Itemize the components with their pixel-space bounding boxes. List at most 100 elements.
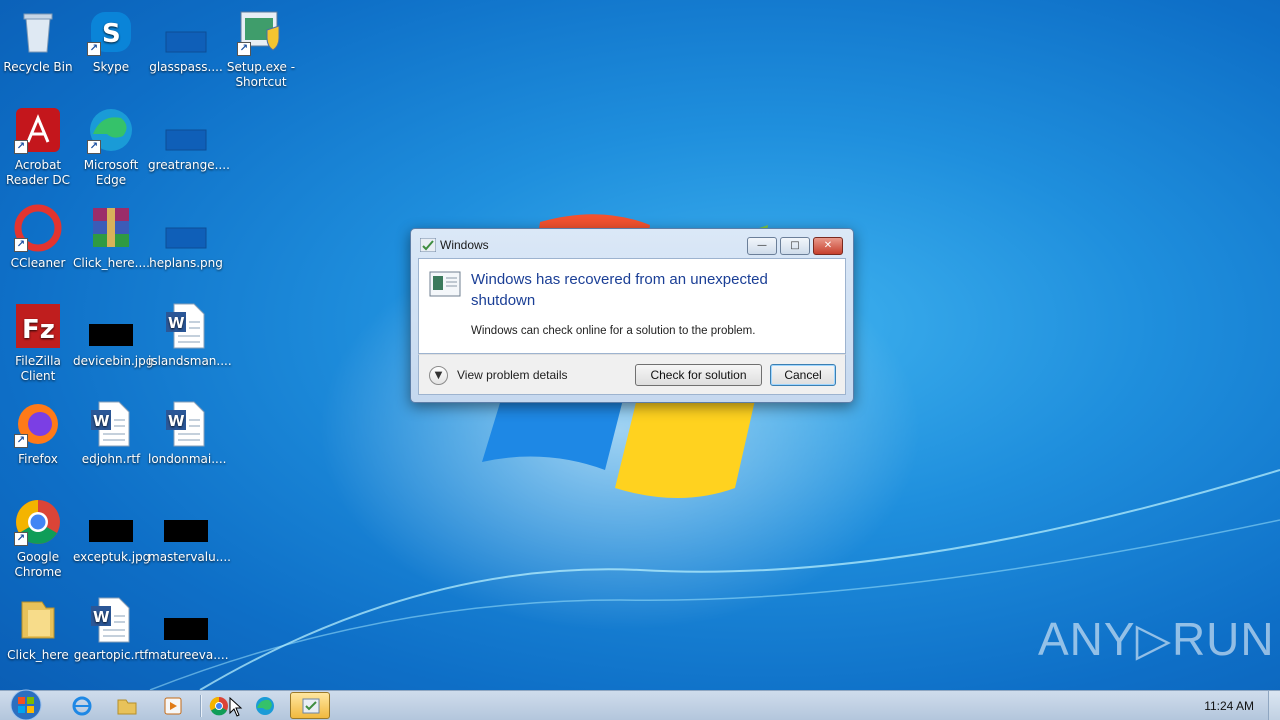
- winrar-icon: [87, 204, 135, 252]
- blank-file-icon: [162, 106, 210, 154]
- windows-start-icon: [10, 689, 42, 720]
- desktop-icon-chrome[interactable]: ↗ Google Chrome: [0, 498, 76, 580]
- svg-text:Fz: Fz: [22, 315, 55, 345]
- desktop-icon-click-here-folder[interactable]: Click_here: [0, 596, 76, 663]
- black-image-icon: [162, 498, 210, 546]
- black-image-icon: [87, 498, 135, 546]
- word-doc-icon: W: [87, 596, 135, 644]
- word-doc-icon: W: [162, 302, 210, 350]
- taskbar-problem-reporting[interactable]: [290, 692, 330, 719]
- desktop-icon-recycle-bin[interactable]: Recycle Bin: [0, 8, 76, 75]
- desktop-icon-label: FileZilla Client: [15, 354, 61, 383]
- shortcut-arrow-icon: ↗: [87, 42, 101, 56]
- blank-file-icon: [162, 204, 210, 252]
- taskbar-edge[interactable]: [245, 692, 285, 719]
- dialog-title: Windows: [440, 238, 489, 252]
- setup-shortcut-icon: ↗: [237, 8, 285, 56]
- ccleaner-icon: ↗: [14, 204, 62, 252]
- taskbar-clock[interactable]: 11:24 AM: [1204, 699, 1254, 713]
- shortcut-arrow-icon: ↗: [237, 42, 251, 56]
- desktop-icon-label: greatrange....: [148, 158, 230, 172]
- recovery-dialog: Windows — □ ✕ Windows has recovered from…: [410, 228, 854, 403]
- desktop-icon-mastervalu[interactable]: mastervalu....: [148, 498, 231, 565]
- anyrun-watermark: ANY▷RUN: [1038, 613, 1275, 665]
- desktop-icon-label: exceptuk.jpg: [73, 550, 151, 564]
- desktop-icon-islandsman[interactable]: W islandsman....: [148, 302, 232, 369]
- desktop-icon-label: Skype: [92, 60, 130, 74]
- desktop-icon-winrar[interactable]: Click_here....: [73, 204, 150, 271]
- maximize-button[interactable]: □: [780, 237, 810, 255]
- minimize-button[interactable]: —: [747, 237, 777, 255]
- cancel-button[interactable]: Cancel: [770, 364, 836, 386]
- desktop-icon-label: Acrobat Reader DC: [6, 158, 70, 187]
- desktop-icon-label: Click_here: [7, 648, 69, 662]
- dialog-headline: Windows has recovered from an unexpected…: [471, 271, 768, 309]
- dialog-content: Windows has recovered from an unexpected…: [418, 258, 846, 354]
- firefox-icon: ↗: [14, 400, 62, 448]
- desktop-icon-label: londonmai....: [148, 452, 227, 466]
- internet-explorer-icon: [72, 696, 92, 716]
- shortcut-arrow-icon: ↗: [87, 140, 101, 154]
- dialog-titlebar[interactable]: Windows — □ ✕: [411, 229, 853, 259]
- desktop-icon-edjohn[interactable]: W edjohn.rtf: [73, 400, 149, 467]
- edge-icon: [256, 697, 274, 715]
- desktop-icon-label: mastervalu....: [148, 550, 231, 564]
- taskbar: 11:24 AM: [0, 688, 1280, 720]
- start-button[interactable]: [4, 688, 48, 720]
- desktop-icon-greatrange[interactable]: greatrange....: [148, 106, 230, 173]
- svg-text:W: W: [168, 412, 185, 430]
- dialog-subtext: Windows can check online for a solution …: [471, 325, 756, 337]
- desktop-icon-geartopic[interactable]: W geartopic.rtf: [73, 596, 149, 663]
- word-doc-icon: W: [162, 400, 210, 448]
- desktop-icon-firefox[interactable]: ↗ Firefox: [0, 400, 76, 467]
- shortcut-arrow-icon: ↗: [14, 532, 28, 546]
- black-image-icon: [87, 302, 135, 350]
- folder-icon: [14, 596, 62, 644]
- word-doc-icon: W: [87, 400, 135, 448]
- chrome-icon: ↗: [14, 498, 62, 546]
- desktop-icon-exceptuk[interactable]: exceptuk.jpg: [73, 498, 151, 565]
- blank-file-icon: [162, 8, 210, 56]
- close-button[interactable]: ✕: [813, 237, 843, 255]
- problem-reporting-icon: [420, 238, 436, 252]
- desktop-icon-label: geartopic.rtf: [73, 648, 149, 662]
- desktop-icon-skype[interactable]: S ↗ Skype: [73, 8, 149, 75]
- desktop-icon-label: Click_here....: [73, 256, 150, 270]
- desktop-icon-label: islandsman....: [148, 354, 232, 368]
- shortcut-arrow-icon: ↗: [14, 140, 28, 154]
- desktop-icon-label: heplans.png: [149, 256, 223, 270]
- acrobat-icon: ↗: [14, 106, 62, 154]
- taskbar-media-player[interactable]: [153, 692, 193, 719]
- shortcut-arrow-icon: ↗: [14, 238, 28, 252]
- desktop-icon-label: matureeva....: [148, 648, 229, 662]
- desktop-icon-glasspass[interactable]: glasspass....: [148, 8, 224, 75]
- view-problem-details-toggle[interactable]: ▼ View problem details: [429, 365, 568, 385]
- desktop-icon-label: Google Chrome: [14, 550, 62, 579]
- desktop-icon-label: CCleaner: [10, 256, 66, 270]
- desktop-icon-acrobat[interactable]: ↗ Acrobat Reader DC: [0, 106, 76, 188]
- edge-icon: ↗: [87, 106, 135, 154]
- desktop-icon-devicebin[interactable]: devicebin.jpg: [73, 302, 154, 369]
- filezilla-icon: Fz: [14, 302, 62, 350]
- desktop-icon-matureeva[interactable]: matureeva....: [148, 596, 229, 663]
- desktop-icon-ccleaner[interactable]: ↗ CCleaner: [0, 204, 76, 271]
- desktop-icon-edge[interactable]: ↗ Microsoft Edge: [73, 106, 149, 188]
- desktop-icon-label: Firefox: [18, 452, 58, 466]
- taskbar-internet-explorer[interactable]: [62, 692, 102, 719]
- svg-text:S: S: [102, 19, 121, 49]
- skype-icon: S ↗: [87, 8, 135, 56]
- desktop-icon-label: devicebin.jpg: [73, 354, 154, 368]
- desktop-icon-label: glasspass....: [149, 60, 223, 74]
- file-explorer-icon: [117, 699, 137, 715]
- mouse-cursor-icon: [229, 697, 243, 717]
- desktop-icon-label: Setup.exe - Shortcut: [226, 60, 296, 89]
- desktop-icon-heplans[interactable]: heplans.png: [148, 204, 224, 271]
- media-player-icon: [164, 697, 182, 715]
- black-image-icon: [162, 596, 210, 644]
- taskbar-file-explorer[interactable]: [107, 692, 147, 719]
- desktop-icon-setup-shortcut[interactable]: ↗ Setup.exe - Shortcut: [223, 8, 299, 90]
- check-for-solution-button[interactable]: Check for solution: [635, 364, 762, 386]
- desktop-icon-filezilla[interactable]: Fz FileZilla Client: [0, 302, 76, 384]
- desktop-icon-londonmai[interactable]: W londonmai....: [148, 400, 227, 467]
- show-desktop-button[interactable]: [1268, 691, 1280, 720]
